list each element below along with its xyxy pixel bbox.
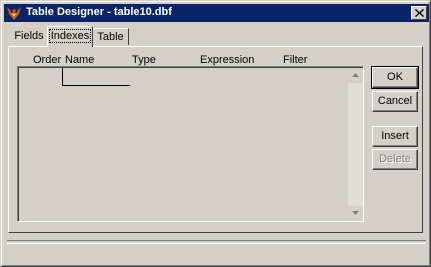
tab-fields-label: Fields [14,30,44,42]
window-title: Table Designer - table10.dbf [26,6,172,18]
ok-button[interactable]: OK [371,66,419,89]
vertical-scrollbar[interactable] [348,68,363,221]
column-header-type: Type [132,54,156,66]
column-header-expression: Expression [200,54,255,66]
table-designer-dialog: Table Designer - table10.dbf Fields Inde… [0,0,431,267]
close-icon [415,9,424,17]
close-button[interactable] [411,6,427,20]
tab-indexes-label: Indexes [48,29,92,43]
arrow-up-icon [352,73,359,77]
scroll-down-button[interactable] [348,206,363,221]
column-header-order: Order [33,54,62,66]
insert-button[interactable]: Insert [372,126,418,147]
tab-fields[interactable]: Fields [13,28,45,45]
tab-table-label: Table [97,31,124,43]
foxpro-app-icon [6,5,22,21]
tab-table[interactable]: Table [93,28,129,45]
column-header-filter: Filter [283,54,308,66]
delete-button[interactable]: Delete [372,149,418,170]
index-grid[interactable] [17,66,364,222]
status-bar [7,240,426,244]
tab-indexes[interactable]: Indexes [47,26,93,47]
title-bar[interactable]: Table Designer - table10.dbf [4,4,429,22]
scroll-up-button[interactable] [348,68,363,83]
name-cell-input[interactable] [62,68,130,86]
arrow-down-icon [352,211,359,215]
index-grid-body [18,67,363,221]
cancel-button[interactable]: Cancel [372,91,418,112]
column-header-name: Name [65,54,95,66]
